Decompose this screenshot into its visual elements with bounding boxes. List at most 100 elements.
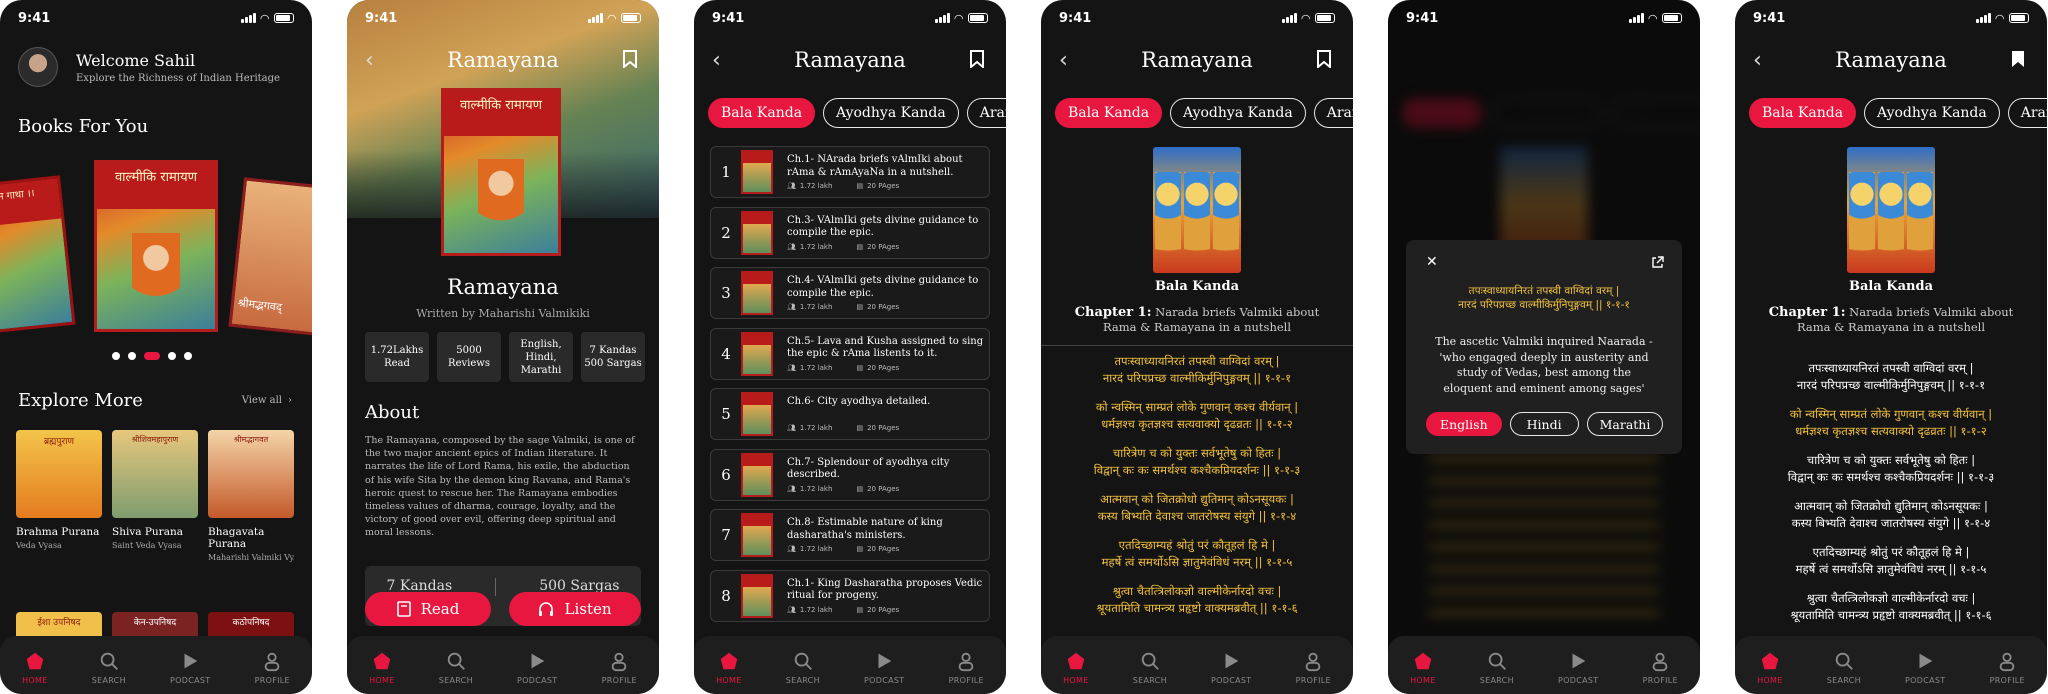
bookmark-icon[interactable] bbox=[2011, 50, 2025, 68]
chapter-row[interactable]: 8 Ch.1- King Dasharatha proposes Vedic ri… bbox=[710, 569, 990, 622]
nav-podcast[interactable]: PODCAST bbox=[1905, 650, 1945, 685]
nav-home[interactable]: HOME bbox=[1063, 650, 1088, 685]
tab-aranya-kanda[interactable]: Aranya K bbox=[966, 98, 1006, 128]
lang-english[interactable]: English bbox=[1426, 412, 1502, 436]
nav-home[interactable]: HOME bbox=[1757, 650, 1782, 685]
nav-profile[interactable]: PROFILE bbox=[255, 650, 290, 685]
carousel-book-center[interactable]: वाल्मीकि रामायण bbox=[94, 160, 218, 332]
tab-bala-kanda[interactable]: Bala Kanda bbox=[708, 98, 816, 128]
home-icon bbox=[26, 652, 44, 669]
nav-profile[interactable]: PROFILE bbox=[949, 650, 984, 685]
nav-search[interactable]: SEARCH bbox=[1133, 650, 1167, 685]
chapter-row[interactable]: 3 Ch.4- VAlmIki gets divine guidance to c… bbox=[710, 267, 990, 319]
dot[interactable] bbox=[168, 352, 176, 360]
avatar[interactable] bbox=[18, 47, 58, 87]
verse[interactable]: श्रुत्वा चैतत्त्रिलोकज्ञो वाल्मीकेर्नारद… bbox=[1051, 583, 1343, 617]
readers-icon: 👥︎ bbox=[787, 424, 796, 432]
verse[interactable]: तपःस्वाध्यायनिरतं तपस्वी वाग्विदां वरम् … bbox=[1745, 360, 2037, 394]
dot[interactable] bbox=[184, 352, 192, 360]
nav-search[interactable]: SEARCH bbox=[439, 650, 473, 685]
chapter-reads: 1.72 lakh bbox=[799, 363, 833, 372]
home-screen: 9:41 ◠ Welcome Sahil Explore the Richnes… bbox=[0, 0, 312, 694]
nav-search[interactable]: SEARCH bbox=[1827, 650, 1861, 685]
tab-bala-kanda[interactable]: Bala Kanda bbox=[1749, 98, 1857, 128]
external-link-icon[interactable] bbox=[1651, 256, 1664, 269]
book-cover: वाल्मीकि रामायण bbox=[441, 88, 561, 256]
nav-podcast[interactable]: PODCAST bbox=[1558, 650, 1598, 685]
tab-ayodhya-kanda[interactable]: Ayodhya Kanda bbox=[1864, 98, 2000, 128]
book-card[interactable]: ब्रह्मपुराण Brahma Purana Veda Vyasa bbox=[16, 430, 102, 562]
lang-hindi[interactable]: Hindi bbox=[1509, 412, 1579, 436]
nav-home[interactable]: HOME bbox=[22, 650, 47, 685]
nav-search[interactable]: SEARCH bbox=[92, 650, 126, 685]
tab-bala-kanda[interactable]: Bala Kanda bbox=[1055, 98, 1163, 128]
book-card[interactable]: श्रीशिवमहापुराण Shiva Purana Saint Veda … bbox=[112, 430, 198, 562]
verse[interactable]: श्रुत्वा चैतत्त्रिलोकज्ञो वाल्मीकेर्नारद… bbox=[1745, 590, 2037, 624]
verse-line: को न्वस्मिन् साम्प्रतं लोके गुणवान् कश्च… bbox=[1789, 407, 1993, 421]
verse[interactable]: चारित्रेण च को युक्तः सर्वभूतेषु को हितः… bbox=[1745, 452, 2037, 486]
explore-cards: ब्रह्मपुराण Brahma Purana Veda Vyasa श्र… bbox=[16, 430, 294, 562]
listen-button[interactable]: Listen bbox=[509, 592, 641, 626]
close-icon[interactable]: ✕ bbox=[1426, 254, 1438, 270]
nav-profile[interactable]: PROFILE bbox=[602, 650, 637, 685]
book-card[interactable]: श्रीमद्भागवत Bhagavata Purana Maharishi … bbox=[208, 430, 294, 562]
verse-list: तपःस्वाध्यायनिरतं तपस्वी वाग्विदां वरम् … bbox=[1051, 353, 1343, 629]
tab-ayodhya-kanda[interactable]: Ayodhya Kanda bbox=[823, 98, 959, 128]
chapter-number: 5 bbox=[721, 405, 731, 423]
status-bar: 9:41 ◠ bbox=[365, 10, 641, 26]
bookmark-icon[interactable] bbox=[970, 50, 984, 68]
bookmark-icon[interactable] bbox=[623, 50, 637, 68]
view-all-link[interactable]: View all › bbox=[242, 395, 292, 406]
dot[interactable] bbox=[128, 352, 136, 360]
nav-podcast[interactable]: PODCAST bbox=[864, 650, 904, 685]
nav-profile[interactable]: PROFILE bbox=[1643, 650, 1678, 685]
read-button[interactable]: Read bbox=[365, 592, 491, 626]
verse[interactable]: आत्मवान् को जितक्रोधो द्युतिमान् कोऽनसूय… bbox=[1051, 491, 1343, 525]
tab-aranya-kanda[interactable]: Aranya K bbox=[1313, 98, 1353, 128]
verse[interactable]: एतदिच्छाम्यहं श्रोतुं परं कौतूहलं हि मे … bbox=[1745, 544, 2037, 578]
nav-podcast[interactable]: PODCAST bbox=[517, 650, 557, 685]
nav-search[interactable]: SEARCH bbox=[1480, 650, 1514, 685]
status-bar: 9:41 ◠ bbox=[1406, 10, 1682, 26]
verse-line: श्रुत्वा चैतत्त्रिलोकज्ञो वाल्मीकेर्नारद… bbox=[1112, 584, 1282, 598]
nav-podcast[interactable]: PODCAST bbox=[170, 650, 210, 685]
tab-ayodhya-kanda[interactable]: Ayodhya Kanda bbox=[1170, 98, 1306, 128]
nav-home[interactable]: HOME bbox=[716, 650, 741, 685]
chapter-row[interactable]: 6 Ch.7- Splendour of ayodhya city describ… bbox=[710, 448, 990, 501]
nav-profile[interactable]: PROFILE bbox=[1296, 650, 1331, 685]
book-carousel[interactable]: राम गाथा ।। वाल्मीकि रामायण श्रीमद्भगवद् bbox=[0, 160, 312, 350]
carousel-book-left[interactable]: राम गाथा ।। bbox=[0, 175, 76, 335]
chapter-title: Ch.5- Lava and Kusha assigned to sing th… bbox=[787, 335, 984, 360]
status-bar: 9:41 ◠ bbox=[1059, 10, 1335, 26]
verse[interactable]: चारित्रेण च को युक्तः सर्वभूतेषु को हितः… bbox=[1051, 445, 1343, 479]
carousel-dots[interactable] bbox=[112, 352, 192, 360]
nav-home[interactable]: HOME bbox=[369, 650, 394, 685]
verse[interactable]: आत्मवान् को जितक्रोधो द्युतिमान् कोऽनसूय… bbox=[1745, 498, 2037, 532]
verse[interactable]: को न्वस्मिन् साम्प्रतं लोके गुणवान् कश्च… bbox=[1745, 406, 2037, 440]
lang-marathi[interactable]: Marathi bbox=[1586, 412, 1664, 436]
books-heading: Books For You bbox=[18, 116, 149, 137]
verse[interactable]: को न्वस्मिन् साम्प्रतं लोके गुणवान् कश्च… bbox=[1051, 399, 1343, 433]
nav-profile[interactable]: PROFILE bbox=[1990, 650, 2025, 685]
chapter-row[interactable]: 4 Ch.5- Lava and Kusha assigned to sing t… bbox=[710, 327, 990, 380]
search-icon bbox=[100, 652, 118, 670]
tab-aranya-kanda[interactable]: Aranya K bbox=[2007, 98, 2047, 128]
chapter-row[interactable]: 5 Ch.6- City ayodhya detailed. 👥︎ 1.72 lakh… bbox=[710, 388, 990, 440]
nav-home[interactable]: HOME bbox=[1410, 650, 1435, 685]
translation-text: The ascetic Valmiki inquired Naarada - '… bbox=[1435, 335, 1653, 395]
chapter-row[interactable]: 7 Ch.8- Estimable nature of king dasharat… bbox=[710, 509, 990, 561]
explore-heading: Explore More bbox=[18, 390, 143, 411]
pages-icon: ▤ bbox=[856, 545, 864, 553]
carousel-book-right[interactable]: श्रीमद्भगवद् bbox=[228, 177, 312, 337]
nav-home-label: HOME bbox=[369, 675, 395, 685]
dot[interactable] bbox=[112, 352, 120, 360]
verse[interactable]: तपःस्वाध्यायनिरतं तपस्वी वाग्विदां वरम् … bbox=[1051, 353, 1343, 387]
dot-active[interactable] bbox=[144, 352, 160, 360]
book-card-title: Bhagavata Purana bbox=[208, 526, 265, 550]
bookmark-icon[interactable] bbox=[1317, 50, 1331, 68]
chapter-row[interactable]: 2 Ch.3- VAlmIki gets divine guidance to c… bbox=[710, 206, 990, 259]
nav-podcast[interactable]: PODCAST bbox=[1211, 650, 1251, 685]
nav-search[interactable]: SEARCH bbox=[786, 650, 820, 685]
chapter-row[interactable]: 1 Ch.1- NArada briefs vAlmIki about rAma … bbox=[710, 146, 990, 198]
verse[interactable]: एतदिच्छाम्यहं श्रोतुं परं कौतूहलं हि मे … bbox=[1051, 537, 1343, 571]
